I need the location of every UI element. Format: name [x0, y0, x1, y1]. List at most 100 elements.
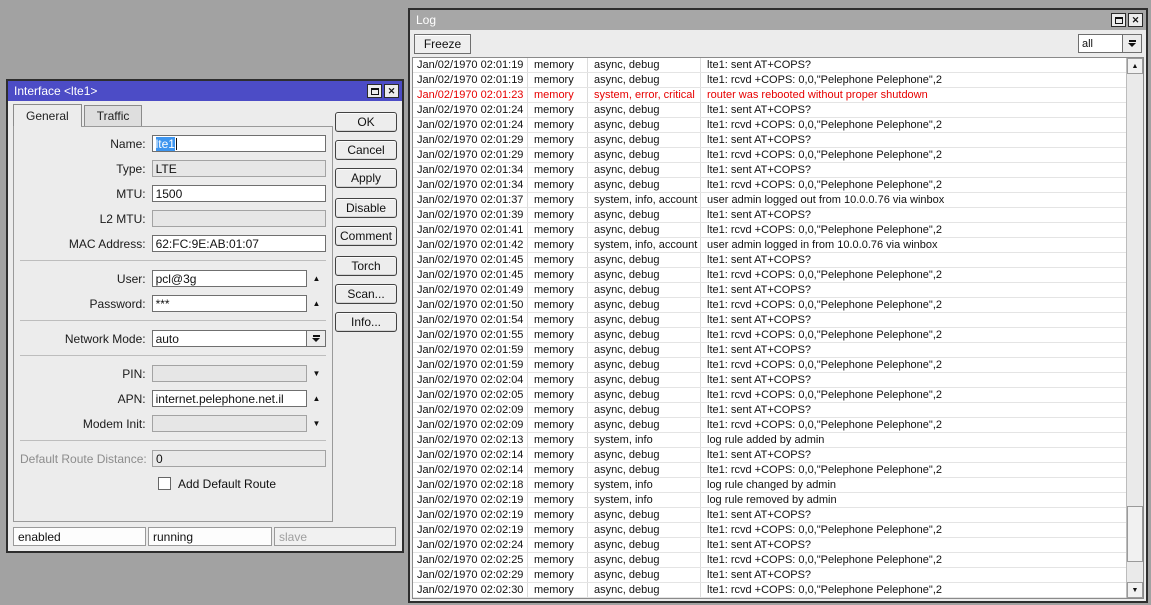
log-cell: lte1: rcvd +COPS: 0,0,"Pelephone Pelepho… [707, 224, 942, 236]
log-row[interactable]: Jan/02/1970 02:02:19 memory async, debug lt… [413, 523, 1126, 538]
ok-button[interactable]: OK [335, 112, 397, 132]
password-label: Password: [89, 296, 146, 311]
log-cell: async, debug [588, 583, 701, 597]
log-cell: async, debug [588, 103, 701, 117]
log-cell: lte1: sent AT+COPS? [707, 314, 812, 326]
log-row[interactable]: Jan/02/1970 02:01:29 memory async, debug lt… [413, 148, 1126, 163]
up-arrow-button[interactable]: ▲ [307, 390, 326, 407]
cancel-button[interactable]: Cancel [335, 140, 397, 160]
log-row[interactable]: Jan/02/1970 02:02:09 memory async, debug lt… [413, 403, 1126, 418]
name-field[interactable]: lte1 [151, 135, 326, 152]
freeze-button[interactable]: Freeze [414, 34, 471, 54]
type-field[interactable]: LTE [151, 160, 326, 177]
close-button[interactable]: ✕ [1128, 13, 1143, 27]
log-row[interactable]: Jan/02/1970 02:02:19 memory async, debug lt… [413, 508, 1126, 523]
log-row[interactable]: Jan/02/1970 02:01:39 memory async, debug lt… [413, 208, 1126, 223]
mtu-field[interactable]: 1500 [151, 185, 326, 202]
log-cell: memory [528, 58, 588, 72]
log-window: Log ✕ Freeze Jan/02/1970 02:01:19memorya… [408, 8, 1148, 603]
log-cell: async, debug [588, 73, 701, 87]
log-cell: memory [528, 208, 588, 222]
log-row[interactable]: Jan/02/1970 02:01:37 memory system, info, … [413, 193, 1126, 208]
info-button[interactable]: Info... [335, 312, 397, 332]
log-row[interactable]: Jan/02/1970 02:01:34 memory async, debug lt… [413, 163, 1126, 178]
log-row[interactable]: Jan/02/1970 02:02:19 memory system, info lo… [413, 493, 1126, 508]
log-row[interactable]: Jan/02/1970 02:01:59 memory async, debug lt… [413, 358, 1126, 373]
log-filter-combo [1078, 34, 1142, 53]
log-row[interactable]: Jan/02/1970 02:01:19 memory async, debug lt… [413, 73, 1126, 88]
down-arrow-button[interactable]: ▼ [307, 365, 326, 382]
log-row[interactable]: Jan/02/1970 02:01:34 memory async, debug lt… [413, 178, 1126, 193]
disable-button[interactable]: Disable [335, 198, 397, 218]
log-row[interactable]: Jan/02/1970 02:01:42 memory system, info, … [413, 238, 1126, 253]
log-row[interactable]: Jan/02/1970 02:02:14 memory async, debug lt… [413, 463, 1126, 478]
scrollbar-thumb[interactable] [1127, 506, 1143, 562]
log-row[interactable]: Jan/02/1970 02:01:29 memory async, debug lt… [413, 133, 1126, 148]
log-row[interactable]: Jan/02/1970 02:02:04 memory async, debug lt… [413, 373, 1126, 388]
default-route-distance-field[interactable]: 0 [152, 450, 326, 467]
log-row[interactable]: Jan/02/1970 02:01:55 memory async, debug lt… [413, 328, 1126, 343]
general-tab-panel: Name: lte1 Type: LTE MTU: 1500 L2 MTU: MAC Addr… [13, 126, 333, 522]
log-row[interactable]: Jan/02/1970 02:02:29 memory async, debug lt… [413, 568, 1126, 583]
log-row[interactable]: Jan/02/1970 02:02:13 memory system, info lo… [413, 433, 1126, 448]
torch-button[interactable]: Torch [335, 256, 397, 276]
network-mode-field[interactable]: auto [151, 330, 307, 347]
log-cell: Jan/02/1970 02:02:18 [413, 478, 528, 492]
modem-init-field[interactable] [151, 415, 307, 432]
scroll-down-button[interactable]: ▼ [1127, 582, 1143, 598]
apn-field[interactable]: internet.pelephone.net.il [151, 390, 307, 407]
maximize-button[interactable] [367, 84, 382, 98]
log-row[interactable]: Jan/02/1970 02:02:24 memory async, debug lt… [413, 538, 1126, 553]
log-cell: Jan/02/1970 02:01:19 [413, 73, 528, 87]
up-arrow-button[interactable]: ▲ [307, 295, 326, 312]
log-row[interactable]: Jan/02/1970 02:02:14 memory async, debug lt… [413, 448, 1126, 463]
log-row[interactable]: Jan/02/1970 02:02:09 memory async, debug lt… [413, 418, 1126, 433]
user-field[interactable]: pcl@3g [151, 270, 307, 287]
log-row[interactable]: Jan/02/1970 02:01:54 memory async, debug lt… [413, 313, 1126, 328]
mac-address-label: MAC Address: [68, 236, 146, 251]
log-cell: lte1: rcvd +COPS: 0,0,"Pelephone Pelepho… [707, 269, 942, 281]
mac-address-field[interactable]: 62:FC:9E:AB:01:07 [151, 235, 326, 252]
maximize-button[interactable] [1111, 13, 1126, 27]
pin-field[interactable] [151, 365, 307, 382]
log-cell: Jan/02/1970 02:01:24 [413, 118, 528, 132]
close-button[interactable]: ✕ [384, 84, 399, 98]
log-cell: async, debug [588, 118, 701, 132]
up-arrow-button[interactable]: ▲ [307, 270, 326, 287]
apply-button[interactable]: Apply [335, 168, 397, 188]
log-row[interactable]: Jan/02/1970 02:01:24 memory async, debug lt… [413, 118, 1126, 133]
log-row[interactable]: Jan/02/1970 02:01:41 memory async, debug lt… [413, 223, 1126, 238]
interface-dialog-titlebar[interactable]: Interface <lte1> ✕ [8, 81, 402, 101]
tab-traffic[interactable]: Traffic [83, 105, 143, 126]
log-row[interactable]: Jan/02/1970 02:02:18 memory system, info lo… [413, 478, 1126, 493]
tab-general[interactable]: General [13, 104, 82, 127]
log-cell: async, debug [588, 523, 701, 537]
scan-button[interactable]: Scan... [335, 284, 397, 304]
comment-button[interactable]: Comment [335, 226, 397, 246]
log-filter-dropdown-button[interactable] [1123, 34, 1142, 53]
add-default-route-checkbox[interactable] [158, 477, 171, 490]
l2-mtu-field[interactable] [151, 210, 326, 227]
log-row[interactable]: Jan/02/1970 02:01:49 memory async, debug lt… [413, 283, 1126, 298]
field-wrap: auto [151, 330, 326, 347]
log-filter-input[interactable] [1078, 34, 1123, 53]
log-row[interactable]: Jan/02/1970 02:01:45 memory async, debug lt… [413, 268, 1126, 283]
log-row[interactable]: Jan/02/1970 02:01:24 memory async, debug lt… [413, 103, 1126, 118]
log-row[interactable]: Jan/02/1970 02:01:50 memory async, debug lt… [413, 298, 1126, 313]
log-row[interactable]: Jan/02/1970 02:01:23 memory system, error,… [413, 88, 1126, 103]
password-field[interactable]: *** [151, 295, 307, 312]
log-row[interactable]: Jan/02/1970 02:01:45 memory async, debug lt… [413, 253, 1126, 268]
log-cell: memory [528, 403, 588, 417]
log-row[interactable]: Jan/02/1970 02:01:19 memory async, debug lt… [413, 58, 1126, 73]
scroll-down-icon: ▼ [1131, 586, 1139, 594]
down-arrow-button[interactable]: ▼ [307, 415, 326, 432]
scroll-up-button[interactable]: ▲ [1127, 58, 1143, 74]
form-rows: Name: lte1 Type: LTE MTU: 1500 L2 MTU: MAC Addr… [20, 135, 326, 467]
log-row[interactable]: Jan/02/1970 02:02:05 memory async, debug lt… [413, 388, 1126, 403]
log-row[interactable]: Jan/02/1970 02:01:59 memory async, debug lt… [413, 343, 1126, 358]
log-window-titlebar[interactable]: Log ✕ [410, 10, 1146, 30]
vertical-scrollbar[interactable]: ▲ ▼ [1126, 58, 1143, 598]
log-row[interactable]: Jan/02/1970 02:02:25 memory async, debug lt… [413, 553, 1126, 568]
log-row[interactable]: Jan/02/1970 02:02:30 memory async, debug lt… [413, 583, 1126, 598]
network-mode-dropdown-button[interactable] [307, 330, 326, 347]
